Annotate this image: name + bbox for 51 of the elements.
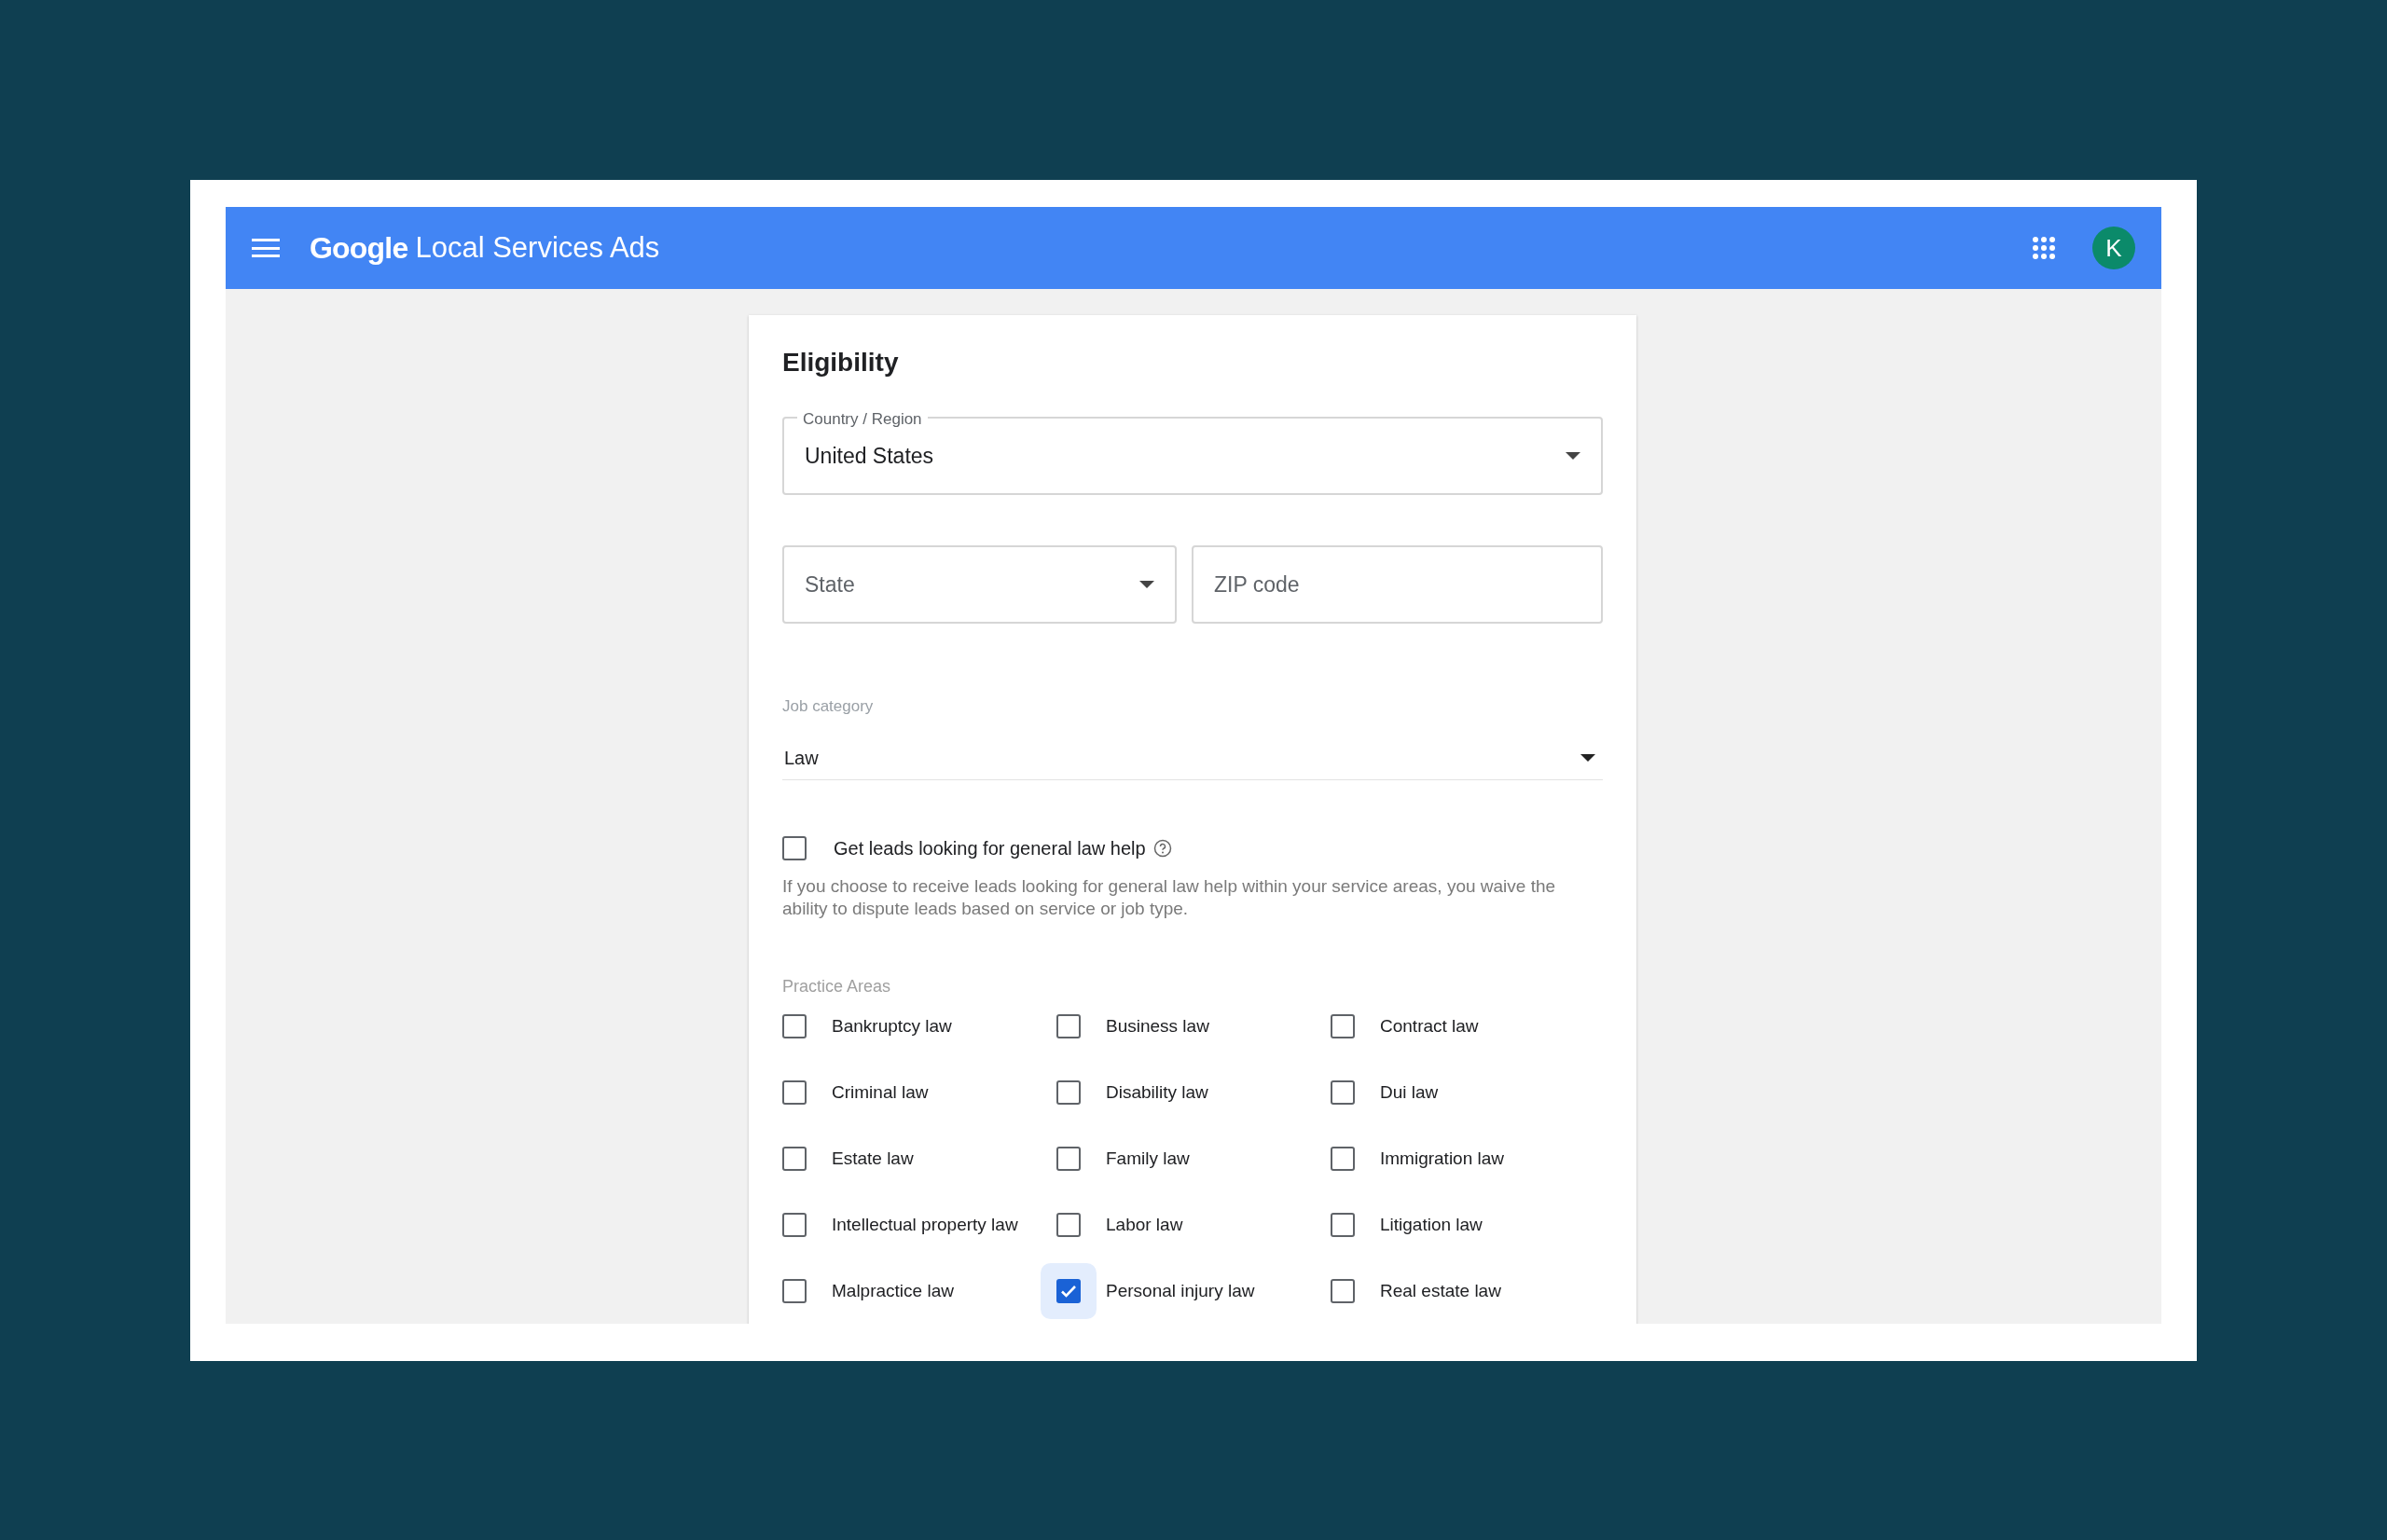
menu-icon[interactable] xyxy=(252,237,280,259)
checkbox[interactable] xyxy=(1331,1213,1355,1237)
dropdown-arrow-icon xyxy=(1139,581,1154,588)
checkbox[interactable] xyxy=(782,835,807,860)
card-title: Eligibility xyxy=(782,347,900,378)
checkbox-label: Bankruptcy law xyxy=(832,1014,952,1038)
checkbox-label: Real estate law xyxy=(1380,1279,1501,1302)
checkbox-label: Litigation law xyxy=(1380,1213,1483,1236)
checkbox[interactable] xyxy=(782,1080,807,1105)
checkbox-label: Get leads looking for general law help xyxy=(834,836,1146,860)
checkbox[interactable] xyxy=(782,1279,807,1303)
checkbox[interactable] xyxy=(1331,1080,1355,1105)
section-label: Practice Areas xyxy=(782,975,892,997)
checkbox-label: Business law xyxy=(1106,1014,1209,1038)
checkbox-label: Malpractice law xyxy=(832,1279,954,1302)
checkbox-label: Personal injury law xyxy=(1106,1279,1255,1302)
checkbox-label: Estate law xyxy=(832,1147,914,1170)
checkbox[interactable] xyxy=(1331,1014,1355,1038)
product-name: Local Services Ads xyxy=(415,229,660,266)
checkbox[interactable] xyxy=(1056,1080,1081,1105)
checkbox[interactable] xyxy=(782,1014,807,1038)
checkbox[interactable] xyxy=(782,1147,807,1171)
select-value: Law xyxy=(784,747,820,770)
checkbox-label: Dui law xyxy=(1380,1080,1439,1104)
avatar[interactable]: K xyxy=(2092,227,2135,269)
help-icon[interactable] xyxy=(1152,838,1172,858)
checkbox-label: Criminal law xyxy=(832,1080,929,1104)
checkbox[interactable] xyxy=(1056,1014,1081,1038)
apps-grid-icon[interactable] xyxy=(2033,237,2055,259)
checkbox-label: Disability law xyxy=(1106,1080,1208,1104)
field-label: Job category xyxy=(782,696,875,717)
checkbox-label: Labor law xyxy=(1106,1213,1183,1236)
dropdown-arrow-icon xyxy=(1566,452,1580,460)
checkbox[interactable] xyxy=(1056,1147,1081,1171)
state-select[interactable]: State xyxy=(782,545,1177,624)
select-placeholder: State xyxy=(805,571,856,598)
logo-text: Google xyxy=(310,230,408,267)
zip-code-field[interactable]: ZIP code xyxy=(1192,545,1603,624)
checkbox-label: Immigration law xyxy=(1380,1147,1505,1170)
checkbox[interactable] xyxy=(1331,1279,1355,1303)
info-paragraph: If you choose to receive leads looking for general law help within your service areas, you waive the ability to dispute leads based on service or job type. xyxy=(782,874,1557,920)
checkbox-label: Contract law xyxy=(1380,1014,1479,1038)
checkbox-label: Family law xyxy=(1106,1147,1190,1170)
checkbox[interactable] xyxy=(1331,1147,1355,1171)
dropdown-arrow-icon xyxy=(1580,754,1595,762)
checkbox[interactable] xyxy=(1056,1279,1081,1303)
field-value: United States xyxy=(805,442,935,470)
job-category-select[interactable]: Law xyxy=(782,742,1603,780)
checkbox[interactable] xyxy=(1056,1213,1081,1237)
checkbox[interactable] xyxy=(782,1213,807,1237)
checkbox-label: Intellectual property law xyxy=(832,1213,1018,1236)
